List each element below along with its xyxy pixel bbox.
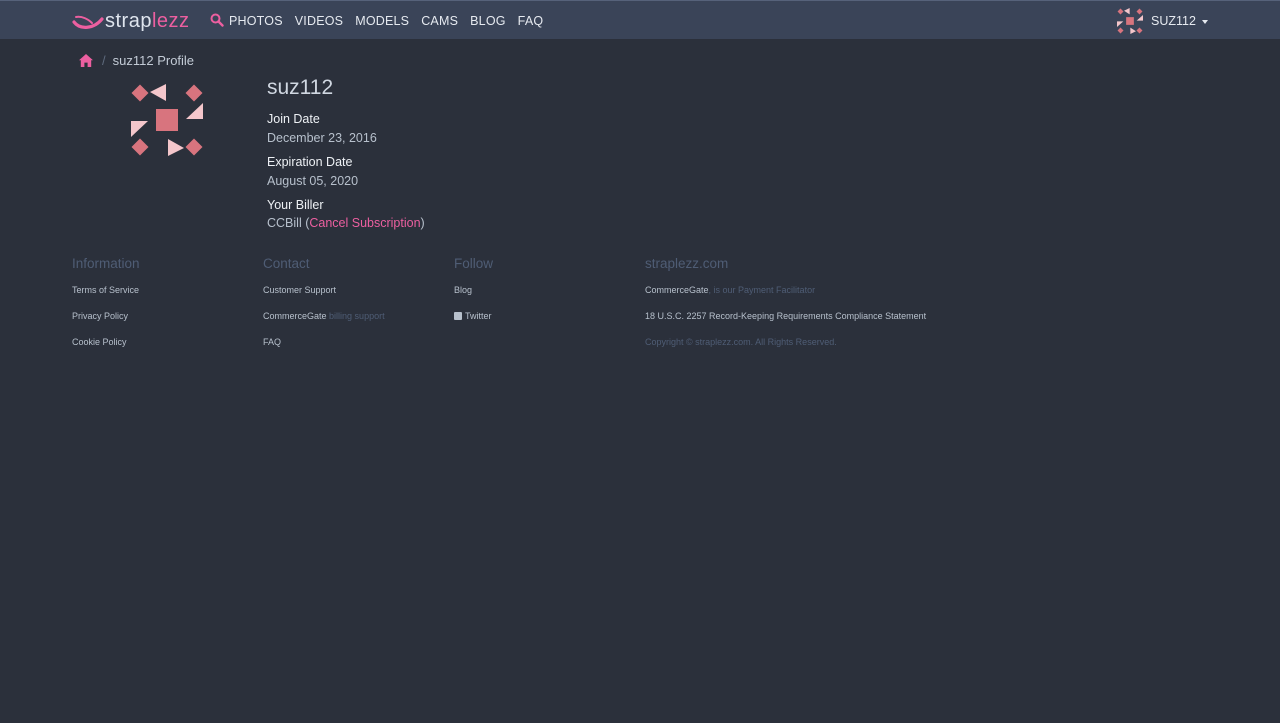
- footer-blog-link[interactable]: Blog: [454, 285, 472, 295]
- expiration-date-label: Expiration Date: [267, 155, 353, 169]
- footer-site-commercegate-link[interactable]: CommerceGate: [645, 285, 709, 295]
- user-avatar-icon: [1117, 8, 1143, 34]
- nav-videos[interactable]: VIDEOS: [295, 14, 343, 28]
- footer-twitter-link[interactable]: Twitter: [465, 311, 492, 321]
- user-menu[interactable]: SUZ112: [1117, 8, 1208, 34]
- top-navbar: straplezz PHOTOS VIDEOS MODELS CAMS BLOG…: [0, 0, 1280, 39]
- join-date-label: Join Date: [267, 112, 320, 126]
- logo-swoosh-icon: [72, 15, 104, 29]
- username-label: SUZ112: [1151, 14, 1196, 28]
- footer-site-title: straplezz.com: [645, 256, 729, 271]
- profile-avatar: [131, 84, 203, 156]
- logo-text: straplezz: [105, 9, 190, 33]
- main-menu: PHOTOS VIDEOS MODELS CAMS BLOG FAQ: [229, 1, 555, 40]
- footer-facilitator-text: , is our Payment Facilitator: [708, 285, 816, 295]
- footer-copyright: Copyright © straplezz.com. All Rights Re…: [645, 337, 837, 347]
- footer-commercegate-row: CommerceGate billing support: [263, 311, 385, 321]
- site-logo[interactable]: straplezz: [72, 9, 190, 33]
- search-icon[interactable]: [210, 13, 224, 27]
- breadcrumb: / suz112 Profile: [79, 53, 194, 68]
- biller-name: CCBill (: [267, 216, 310, 230]
- expiration-date-value: August 05, 2020: [267, 174, 359, 188]
- footer-facilitator-row: CommerceGate, is our Payment Facilitator: [645, 285, 815, 295]
- nav-photos[interactable]: PHOTOS: [229, 14, 283, 28]
- twitter-icon: [454, 312, 462, 320]
- footer-billing-support-link[interactable]: billing support: [329, 311, 385, 321]
- biller-close-paren: ): [420, 216, 425, 230]
- footer-terms-link[interactable]: Terms of Service: [72, 285, 139, 295]
- nav-cams[interactable]: CAMS: [421, 14, 458, 28]
- logo-text-strap: strap: [105, 10, 152, 32]
- footer-cookie-link[interactable]: Cookie Policy: [72, 337, 127, 347]
- breadcrumb-current: suz112 Profile: [112, 53, 195, 68]
- footer-follow-title: Follow: [454, 256, 494, 271]
- cancel-subscription-link[interactable]: Cancel Subscription: [309, 216, 420, 230]
- biller-label: Your Biller: [267, 198, 324, 212]
- footer-privacy-link[interactable]: Privacy Policy: [72, 311, 128, 321]
- footer-contact-title: Contact: [263, 256, 310, 271]
- profile-username: suz112: [267, 76, 334, 99]
- nav-models[interactable]: MODELS: [355, 14, 409, 28]
- breadcrumb-separator: /: [102, 53, 106, 68]
- home-icon[interactable]: [79, 54, 93, 67]
- footer-information-title: Information: [72, 256, 140, 271]
- nav-faq[interactable]: FAQ: [518, 14, 544, 28]
- caret-down-icon: [1201, 20, 1208, 24]
- join-date-value: December 23, 2016: [267, 131, 377, 145]
- nav-blog[interactable]: BLOG: [470, 14, 506, 28]
- footer-customer-support-link[interactable]: Customer Support: [263, 285, 336, 295]
- footer-faq-link[interactable]: FAQ: [263, 337, 281, 347]
- footer-compliance-link[interactable]: 18 U.S.C. 2257 Record-Keeping Requiremen…: [645, 311, 926, 321]
- biller-value: CCBill (Cancel Subscription): [267, 216, 425, 230]
- footer-commercegate-link[interactable]: CommerceGate: [263, 311, 327, 321]
- footer-twitter-row[interactable]: Twitter: [454, 311, 492, 321]
- logo-text-lezz: lezz: [151, 10, 190, 32]
